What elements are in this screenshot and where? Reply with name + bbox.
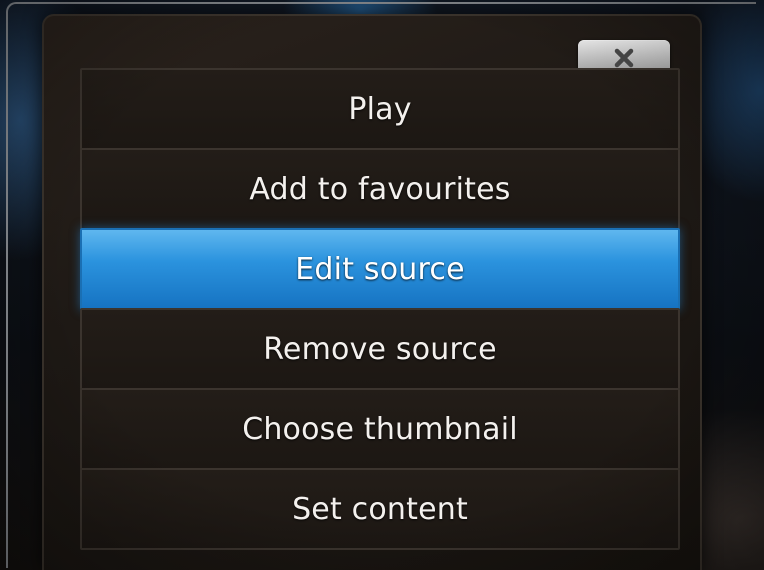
menu-item-label: Remove source (263, 331, 497, 367)
menu-item-choose-thumbnail[interactable]: Choose thumbnail (80, 388, 680, 470)
context-menu-list: Play Add to favourites Edit source Remov… (80, 68, 680, 550)
menu-item-label: Choose thumbnail (242, 411, 518, 447)
menu-item-label: Play (348, 91, 412, 127)
menu-item-set-content[interactable]: Set content (80, 468, 680, 550)
menu-item-add-to-favourites[interactable]: Add to favourites (80, 148, 680, 230)
close-icon (614, 48, 634, 68)
menu-item-remove-source[interactable]: Remove source (80, 308, 680, 390)
menu-item-label: Add to favourites (249, 171, 511, 207)
menu-item-play[interactable]: Play (80, 68, 680, 150)
menu-item-edit-source[interactable]: Edit source (80, 228, 680, 310)
menu-item-label: Edit source (295, 251, 465, 287)
menu-item-label: Set content (292, 491, 468, 527)
